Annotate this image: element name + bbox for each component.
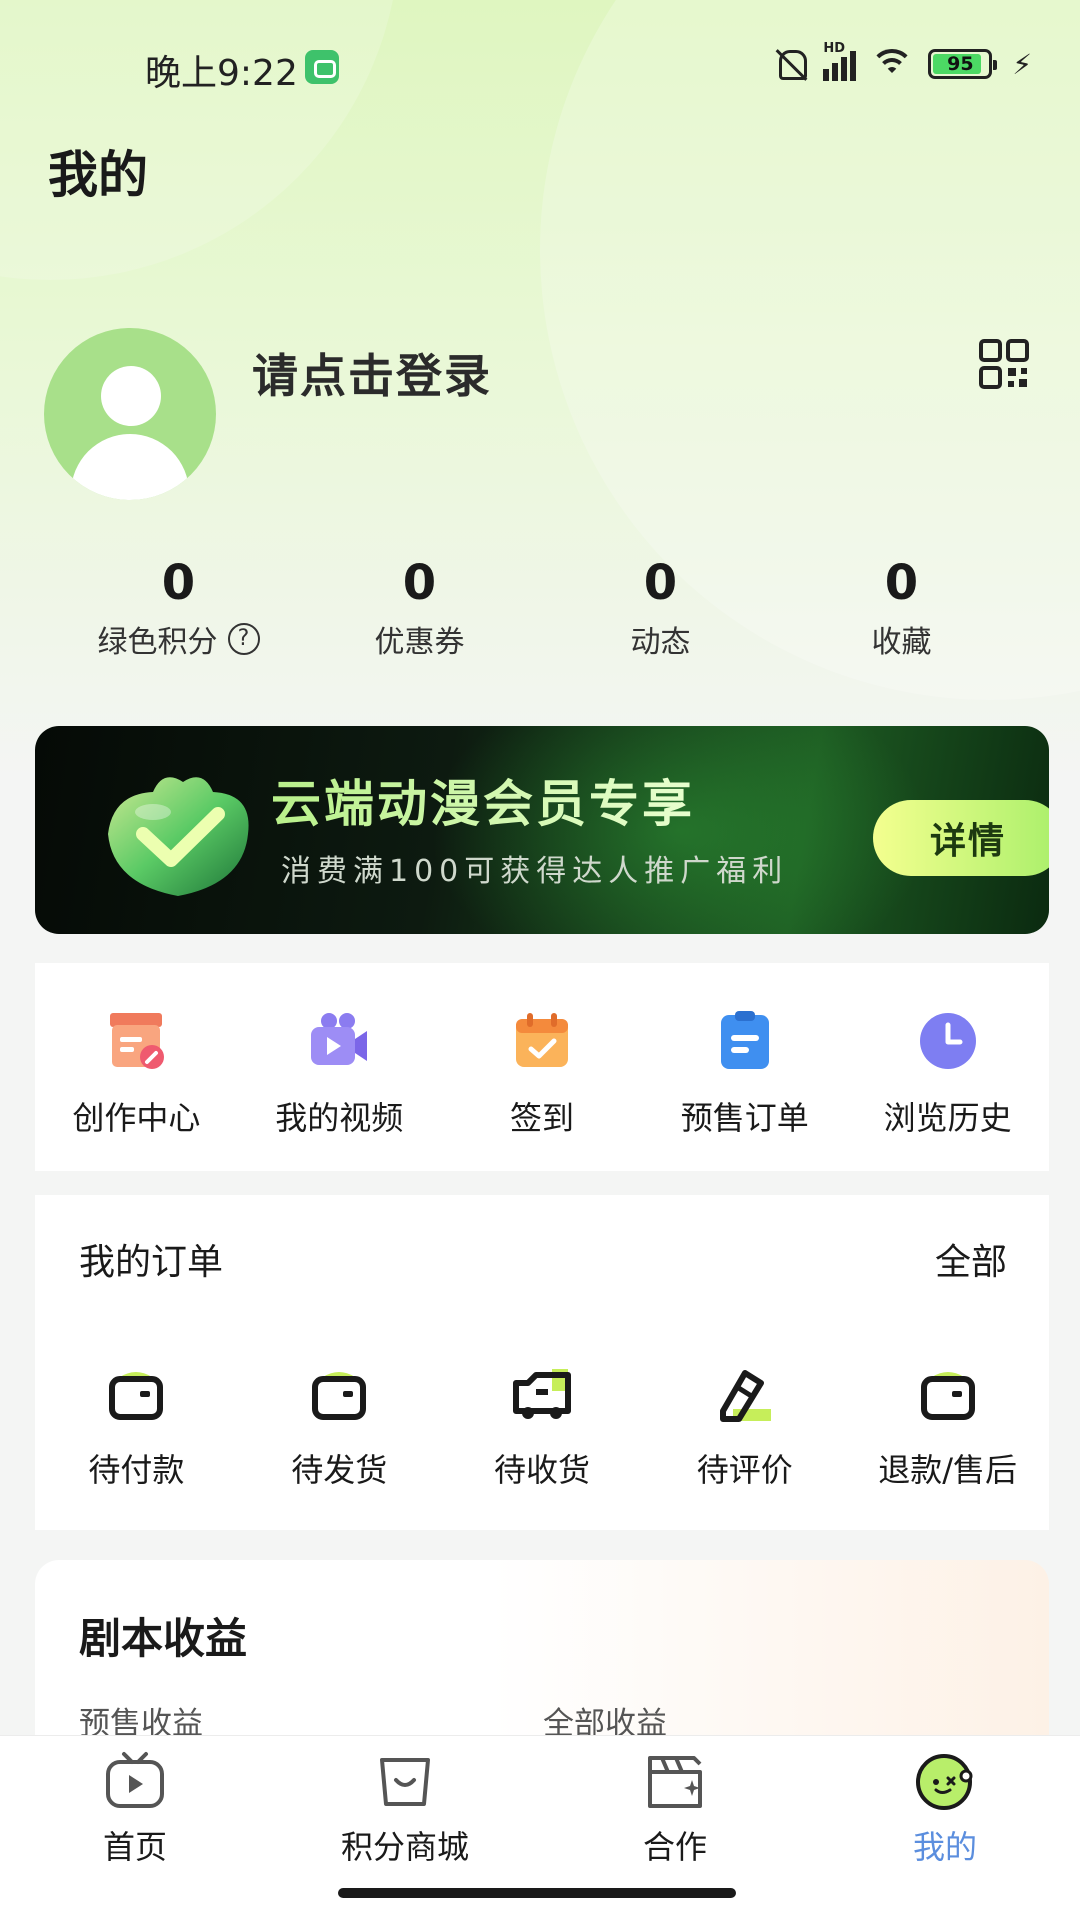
order-status-label: 待发货 (291, 1451, 388, 1489)
pen-icon (719, 1370, 771, 1422)
network-type-label: HD (823, 41, 845, 56)
quick-action-check-in[interactable]: 签到 (441, 1009, 644, 1171)
notification-app-icon (305, 50, 339, 84)
earnings-title: 剧本收益 (79, 1614, 248, 1663)
order-pending-receipt[interactable]: 待收货 (441, 1365, 644, 1491)
order-status-label: 待付款 (88, 1451, 185, 1489)
nav-label: 积分商城 (340, 1828, 469, 1866)
quick-action-label: 签到 (509, 1099, 574, 1137)
wallet-icon (109, 1372, 164, 1420)
mute-bell-icon (773, 46, 809, 82)
stat-posts[interactable]: 0 动态 (540, 555, 781, 665)
stat-value: 0 (402, 555, 437, 611)
signal-icon: HD (823, 41, 857, 81)
avatar[interactable] (44, 328, 216, 500)
banner-subtitle: 消费满100可获得达人推广福利 (281, 854, 789, 889)
banner-details-button[interactable]: 详情 (873, 800, 1049, 876)
clapperboard-icon (648, 1756, 702, 1808)
banner-title: 云端动漫会员专享 (271, 764, 695, 836)
nav-label: 合作 (642, 1828, 707, 1866)
stats-row: 0 绿色积分 ? 0 优惠券 0 动态 0 收藏 (58, 555, 1022, 665)
orders-view-all-link[interactable]: 全部 (935, 1233, 1007, 1285)
help-icon[interactable]: ? (227, 622, 260, 655)
script-earnings-card[interactable]: 剧本收益 预售收益 全部收益 (35, 1560, 1049, 1740)
stat-favorites[interactable]: 0 收藏 (781, 555, 1022, 665)
stat-label: 优惠券 (374, 624, 465, 660)
wifi-icon (870, 47, 915, 81)
total-earnings-label: 全部收益 (543, 1706, 667, 1740)
stat-label: 绿色积分 (97, 624, 218, 660)
home-indicator[interactable] (338, 1888, 736, 1898)
qr-code-icon[interactable] (978, 338, 1030, 390)
order-status-label: 退款/售后 (878, 1451, 1017, 1489)
battery-level: 95 (947, 53, 974, 75)
charging-bolt-icon: ⚡ (1012, 47, 1032, 81)
stat-label: 动态 (630, 624, 691, 660)
clock-icon (919, 1013, 976, 1069)
avatar-head (101, 366, 161, 426)
creation-center-icon (110, 1013, 165, 1069)
nav-label: 我的 (912, 1828, 977, 1866)
nav-mine[interactable]: 我的 (810, 1736, 1080, 1920)
page-title: 我的 (48, 146, 148, 204)
quick-action-label: 预售订单 (680, 1099, 809, 1137)
quick-action-browse-history[interactable]: 浏览历史 (846, 1009, 1049, 1171)
clipboard-icon (720, 1011, 769, 1069)
quick-action-label: 我的视频 (275, 1099, 404, 1137)
my-orders-card: 我的订单 全部 待付款 待发货 待收货 待评价 退款/售后 (35, 1195, 1049, 1530)
stat-value: 0 (884, 555, 919, 611)
wallet-icon (920, 1372, 975, 1420)
avatar-body (71, 434, 189, 500)
order-pending-review[interactable]: 待评价 (643, 1365, 846, 1491)
mascot-face-icon (916, 1754, 973, 1810)
quick-action-label: 浏览历史 (883, 1099, 1012, 1137)
quick-action-presale-orders[interactable]: 预售订单 (643, 1009, 846, 1171)
order-pending-payment[interactable]: 待付款 (35, 1365, 238, 1491)
calendar-check-icon (515, 1013, 568, 1067)
truck-icon (512, 1369, 571, 1419)
quick-action-creation-center[interactable]: 创作中心 (35, 1009, 238, 1171)
quick-action-label: 创作中心 (72, 1099, 201, 1137)
orders-status-row: 待付款 待发货 待收货 待评价 退款/售后 (35, 1365, 1049, 1491)
status-icons: HD 95 ⚡ (773, 41, 1032, 82)
stat-green-points[interactable]: 0 绿色积分 ? (58, 555, 299, 665)
wallet-icon (312, 1372, 367, 1420)
login-prompt[interactable]: 请点击登录 (252, 340, 492, 406)
tv-icon (106, 1752, 164, 1808)
stat-label: 收藏 (871, 624, 932, 660)
order-refund-aftersales[interactable]: 退款/售后 (846, 1365, 1049, 1491)
stat-value: 0 (161, 555, 196, 611)
orders-title: 我的订单 (79, 1242, 224, 1283)
order-status-label: 待评价 (696, 1451, 793, 1489)
order-pending-shipment[interactable]: 待发货 (238, 1365, 441, 1491)
battery-icon: 95 (928, 49, 998, 79)
video-camera-icon (311, 1013, 368, 1065)
presale-earnings-label: 预售收益 (79, 1706, 203, 1740)
shopping-bag-icon (380, 1758, 430, 1806)
nav-label: 首页 (102, 1828, 167, 1866)
stat-coupons[interactable]: 0 优惠券 (299, 555, 540, 665)
nav-home[interactable]: 首页 (0, 1736, 270, 1920)
membership-banner[interactable]: 云端动漫会员专享 消费满100可获得达人推广福利 详情 (35, 726, 1049, 934)
stat-value: 0 (643, 555, 678, 611)
quick-actions-card: 创作中心 我的视频 签到 预售订单 浏览历史 (35, 963, 1049, 1171)
status-time: 晚上9:22 (145, 53, 298, 94)
quick-action-my-videos[interactable]: 我的视频 (238, 1009, 441, 1171)
membership-badge-icon (108, 777, 249, 896)
status-bar: 晚上9:22 HD 95 ⚡ (0, 30, 1080, 100)
order-status-label: 待收货 (493, 1451, 590, 1489)
